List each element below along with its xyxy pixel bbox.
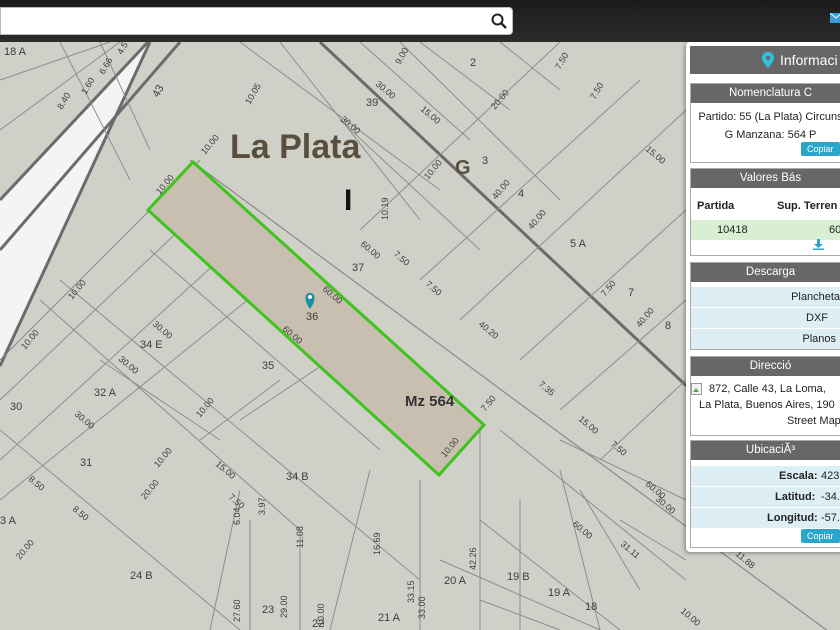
valores-section: Valores Bás Partida Sup. Terren 10418 60: [690, 168, 840, 256]
escala-row: Escala: 423: [691, 466, 840, 486]
partida-value: 10418: [717, 224, 748, 236]
valores-header: Valores Bás: [691, 169, 840, 188]
mail-icon[interactable]: [830, 13, 840, 23]
lot-number: 24 B: [130, 570, 153, 582]
lot-number: 8: [665, 320, 671, 332]
dimension-label: 27.60: [232, 599, 242, 622]
lot-number: 5 A: [570, 238, 587, 250]
nomenclatura-header: Nomenclatura C: [691, 84, 840, 103]
lot-number: 23: [262, 604, 274, 616]
info-marker-icon: [762, 52, 774, 68]
search-icon[interactable]: [490, 12, 508, 30]
latitud-label: Latitud:: [775, 491, 816, 503]
nomenclatura-section: Nomenclatura C Partido: 55 (La Plata) Ci…: [690, 83, 840, 163]
latitud-value: -34.: [821, 491, 840, 503]
lot-number: 35: [262, 360, 274, 372]
lot-number: 20 A: [444, 575, 467, 587]
dimension-label: 33.15: [406, 580, 416, 603]
descargas-header: Descarga: [691, 263, 840, 282]
dimension-label: 33.00: [417, 596, 427, 619]
ubicacion-section: UbicaciÃ³ Escala: 423 Latitud: -34. Long…: [690, 440, 840, 548]
direccion-section: Direcció 872, Calle 43, La Loma, La Plat…: [690, 356, 840, 436]
lot-number: 19 B: [507, 571, 530, 583]
lot-number: 18 A: [4, 46, 27, 58]
lot-number: 4: [518, 188, 524, 200]
lot-number: 2: [470, 57, 476, 69]
lot-number: 18: [585, 601, 597, 613]
copy-coordinates-button[interactable]: Copiar: [801, 529, 840, 543]
longitud-value: -57.: [821, 512, 840, 524]
lot-number: 31: [80, 457, 92, 469]
city-label: La Plata: [230, 128, 361, 166]
search-input[interactable]: [7, 12, 481, 32]
section-letter-i: I: [344, 184, 352, 217]
download-icon[interactable]: [813, 239, 824, 250]
download-dxf[interactable]: DXF: [691, 308, 840, 328]
top-bar: [0, 0, 840, 42]
search-box[interactable]: [0, 7, 513, 35]
dimension-label: 42.26: [468, 547, 478, 570]
sup-terreno-column-header: Sup. Terren: [777, 200, 838, 212]
copy-nomenclatura-button[interactable]: Copiar: [801, 142, 840, 156]
lot-number: 19 A: [548, 587, 571, 599]
longitud-row: Longitud: -57.: [691, 508, 840, 528]
valores-row: 10418 60: [691, 220, 840, 240]
panel-title: Informaci: [780, 52, 838, 68]
lot-number: 34 E: [140, 339, 163, 351]
download-plancheta[interactable]: Plancheta: [691, 287, 840, 307]
escala-label: Escala:: [779, 470, 818, 482]
direccion-line3: Street Map: [787, 415, 840, 427]
partida-column-header: Partida: [697, 200, 735, 212]
dimension-label: 11.08: [295, 526, 305, 548]
sup-terreno-value: 60: [829, 224, 840, 236]
dimension-label: 16.69: [372, 532, 382, 555]
direccion-line1: 872, Calle 43, La Loma,: [709, 383, 826, 395]
lot-number: 32 A: [94, 387, 117, 399]
section-letter-g: G: [455, 157, 471, 179]
dimension-label: 10.00: [316, 603, 326, 626]
lot-number: 36: [306, 311, 318, 323]
lot-number: 7: [628, 287, 634, 299]
longitud-label: Longitud:: [767, 512, 818, 524]
lot-number: 21 A: [378, 612, 401, 624]
direccion-line2: La Plata, Buenos Aires, 190: [699, 399, 835, 411]
lot-number: 39: [366, 97, 378, 109]
dimension-label: 3.97: [257, 497, 267, 515]
descargas-section: Descarga Plancheta DXF Planos: [690, 262, 840, 350]
lot-number: 3: [482, 155, 488, 167]
direccion-header: Direcció: [691, 357, 840, 376]
lot-number: 34 B: [286, 471, 309, 483]
latitud-row: Latitud: -34.: [691, 487, 840, 507]
ubicacion-header: UbicaciÃ³: [691, 441, 840, 460]
escala-value: 423: [821, 470, 840, 482]
dimension-label: 29.00: [279, 595, 289, 618]
lot-number: 30: [10, 401, 22, 413]
lot-number: 37: [352, 262, 364, 274]
broken-image-icon: [691, 383, 702, 395]
dimension-label: 10.19: [380, 197, 390, 220]
panel-header: Informaci: [690, 46, 840, 74]
block-label: Mz 564: [405, 393, 455, 410]
download-planos[interactable]: Planos: [691, 329, 840, 349]
lot-number: 3 A: [0, 515, 17, 527]
info-panel: Informaci Nomenclatura C Partido: 55 (La…: [686, 42, 840, 552]
nomenclatura-line1: Partido: 55 (La Plata) Circuns: [698, 111, 840, 123]
